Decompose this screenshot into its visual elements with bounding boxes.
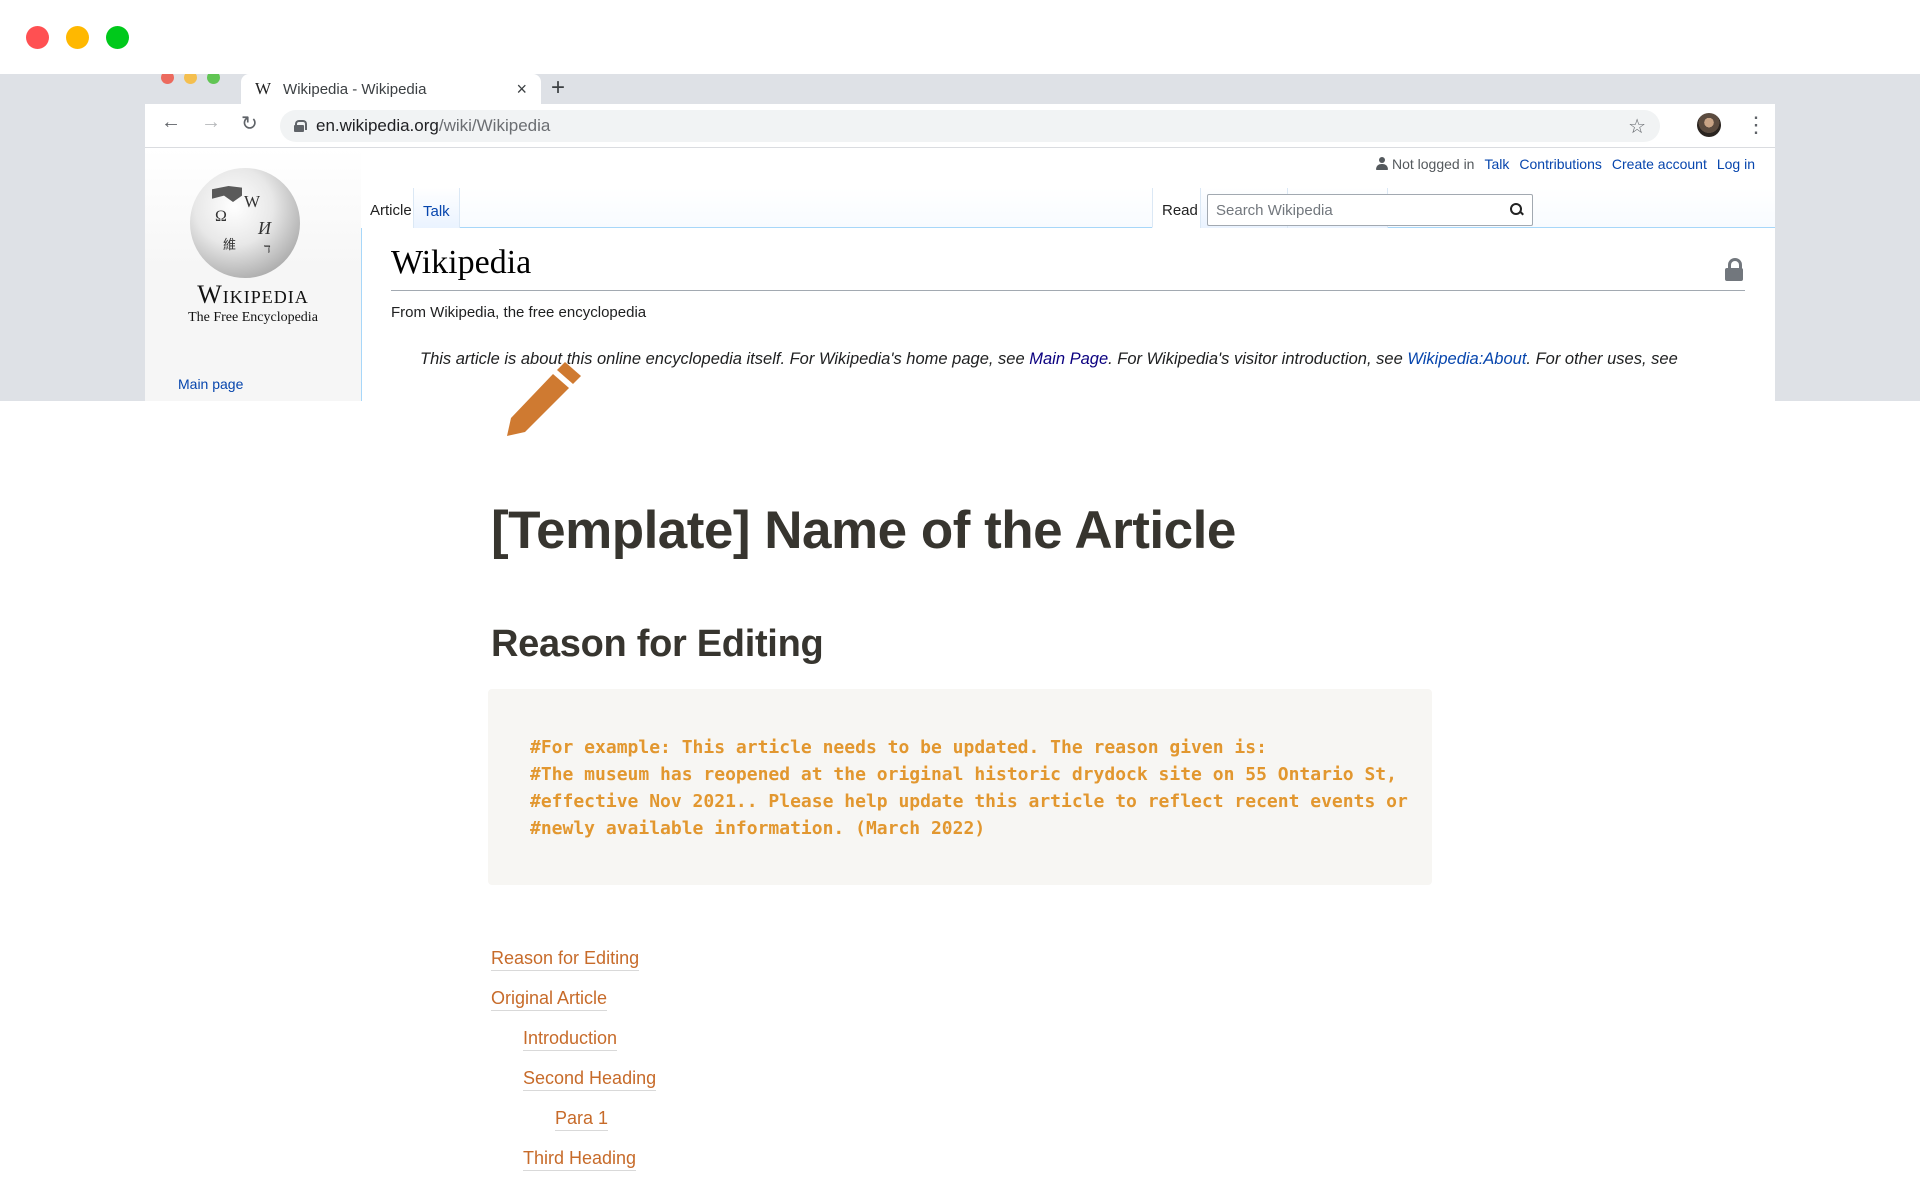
title-divider [391, 290, 1745, 291]
toc-item-second-heading[interactable]: Second Heading [523, 1066, 657, 1091]
section-heading-reason: Reason for Editing [491, 623, 824, 665]
search-placeholder: Search Wikipedia [1216, 201, 1333, 219]
toc-item-original-article[interactable]: Original Article [491, 986, 608, 1011]
personal-tools: Not logged in Talk Contributions Create … [1375, 156, 1755, 172]
hatnote: This article is about this online encycl… [420, 350, 1678, 369]
globe-glyph: Ω [215, 208, 227, 225]
globe-glyph: 維 [223, 237, 237, 252]
contributions-link[interactable]: Contributions [1519, 156, 1602, 172]
wiki-search-input[interactable]: Search Wikipedia [1207, 194, 1533, 226]
toc-item-introduction[interactable]: Introduction [523, 1026, 618, 1051]
browser-menu-icon[interactable]: ⋮ [1745, 110, 1767, 140]
wikipedia-about-link[interactable]: Wikipedia:About [1407, 350, 1526, 368]
url-path: /wiki/Wikipedia [438, 116, 551, 135]
search-icon[interactable] [1510, 203, 1524, 217]
wiki-sidebar: Ω W И 維 ד Wikipedia The Free Encyclopedi… [145, 148, 361, 401]
hatnote-text: . For Wikipedia's visitor introduction, … [1108, 350, 1408, 368]
code-line: #effective Nov 2021.. Please help update… [530, 791, 1408, 812]
main-page-link[interactable]: Main Page [1029, 350, 1108, 368]
cover-image: W Wikipedia - Wikipedia × + ← → ↻ en.wik… [0, 74, 1920, 401]
tab-strip: W Wikipedia - Wikipedia × + [145, 74, 1775, 104]
wiki-tabs: Article Talk Read View source View histo… [361, 188, 1775, 228]
padlock-icon[interactable] [1725, 258, 1743, 282]
tab-article[interactable]: Article [361, 188, 421, 228]
browser-window: W Wikipedia - Wikipedia × + ← → ↻ en.wik… [145, 74, 1775, 401]
not-logged-in-label: Not logged in [1391, 156, 1475, 172]
page-title: [Template] Name of the Article [491, 501, 1236, 560]
window-controls [26, 26, 129, 49]
toc-item-para-1[interactable]: Para 1 [555, 1106, 609, 1131]
sidebar-main-page-link[interactable]: Main page [178, 376, 243, 392]
code-line: #For example: This article needs to be u… [530, 737, 1267, 758]
lock-icon [294, 120, 307, 132]
wikipedia-favicon-icon: W [255, 79, 272, 98]
back-arrow-icon[interactable]: ← [161, 111, 181, 134]
browser-toolbar: ← → ↻ en.wikipedia.org/wiki/Wikipedia ☆ … [145, 104, 1775, 148]
user-icon [1375, 157, 1388, 171]
url-host: en.wikipedia.org [316, 116, 439, 135]
code-block[interactable]: #For example: This article needs to be u… [488, 689, 1432, 885]
forward-arrow-icon[interactable]: → [201, 111, 221, 134]
toc-item-reason-for-editing[interactable]: Reason for Editing [491, 946, 640, 971]
address-bar[interactable]: en.wikipedia.org/wiki/Wikipedia ☆ [280, 110, 1660, 142]
toc-item-third-heading[interactable]: Third Heading [523, 1146, 637, 1171]
wiki-article-title: Wikipedia [391, 244, 532, 281]
profile-avatar[interactable] [1697, 113, 1721, 137]
tab-read[interactable]: Read [1152, 188, 1207, 228]
new-tab-button[interactable]: + [551, 74, 565, 104]
browser-zoom-dot [207, 74, 220, 84]
browser-traffic-lights [161, 74, 220, 84]
wikipedia-logo-tagline: The Free Encyclopedia [188, 310, 318, 325]
wikipedia-page: Ω W И 維 ד Wikipedia The Free Encyclopedi… [145, 148, 1775, 401]
browser-tab[interactable]: W Wikipedia - Wikipedia × [241, 74, 541, 104]
close-window-button[interactable] [26, 26, 49, 49]
tab-talk[interactable]: Talk [413, 188, 460, 228]
login-status: Not logged in [1375, 156, 1475, 172]
globe-glyph: W [244, 192, 261, 211]
create-account-link[interactable]: Create account [1612, 156, 1707, 172]
wikipedia-globe-logo[interactable]: Ω W И 維 ד [190, 168, 300, 278]
tab-close-icon[interactable]: × [516, 79, 527, 100]
talk-link[interactable]: Talk [1484, 156, 1509, 172]
browser-close-dot [161, 74, 174, 84]
reload-icon[interactable]: ↻ [241, 111, 258, 136]
code-line: #newly available information. (March 202… [530, 818, 986, 839]
content-border [361, 228, 362, 401]
bookmark-star-icon[interactable]: ☆ [1628, 114, 1646, 139]
browser-minimize-dot [184, 74, 197, 84]
globe-glyph: И [258, 218, 271, 238]
globe-missing-piece [212, 186, 242, 202]
wikipedia-wordmark: Wikipedia [197, 280, 309, 309]
pencil-icon[interactable] [503, 358, 583, 438]
zoom-window-button[interactable] [106, 26, 129, 49]
log-in-link[interactable]: Log in [1717, 156, 1755, 172]
tab-title: Wikipedia - Wikipedia [283, 80, 427, 98]
globe-glyph: ד [264, 242, 271, 257]
code-line: #The museum has reopened at the original… [530, 764, 1397, 785]
minimize-window-button[interactable] [66, 26, 89, 49]
hatnote-text: . For other uses, see [1526, 350, 1678, 368]
wiki-tagline: From Wikipedia, the free encyclopedia [391, 304, 647, 321]
